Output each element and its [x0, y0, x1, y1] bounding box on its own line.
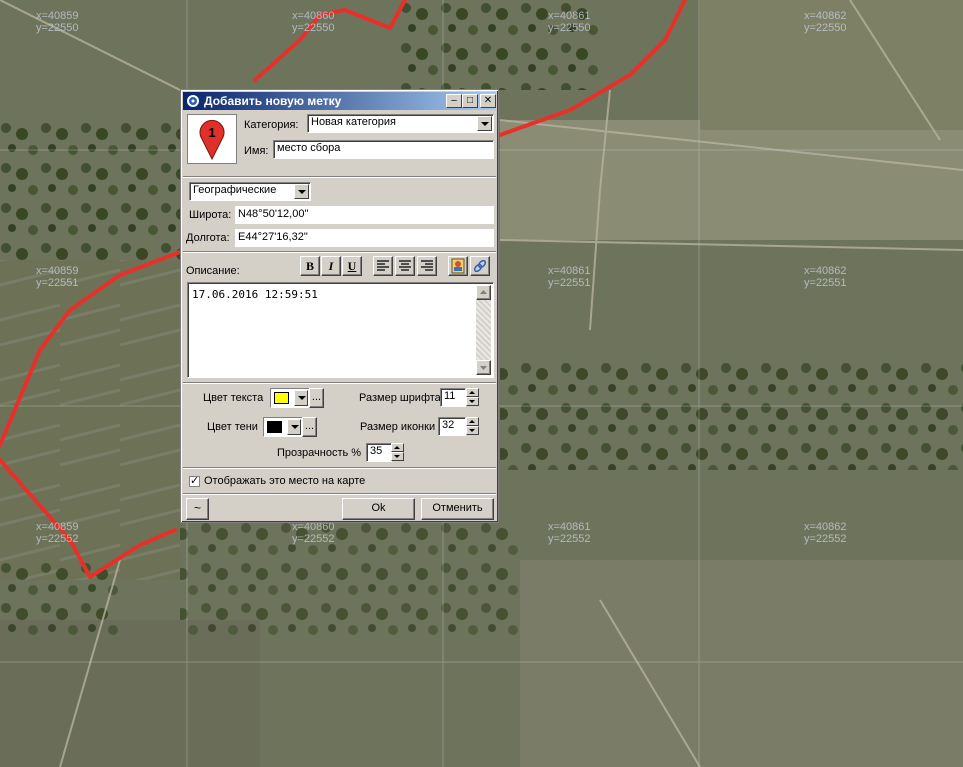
align-center-button[interactable]: [395, 256, 415, 276]
chevron-down-icon[interactable]: [294, 390, 308, 406]
shadow-color-picker[interactable]: [263, 417, 303, 437]
name-value: место сбора: [277, 142, 341, 154]
font-size-spinner[interactable]: [466, 388, 479, 407]
ok-button[interactable]: Ok: [342, 498, 415, 520]
bold-button[interactable]: B: [300, 256, 320, 276]
scroll-up-button[interactable]: [476, 285, 491, 300]
scroll-down-button[interactable]: [476, 360, 491, 375]
transparency-label: Прозрачность %: [277, 447, 362, 459]
longitude-value: E44°27'16,32": [238, 231, 308, 243]
maximize-button[interactable]: □: [462, 94, 478, 108]
add-placemark-dialog: Добавить новую метку – □ ✕ 1 Категория: …: [180, 89, 499, 523]
insert-link-button[interactable]: [470, 256, 490, 276]
spin-down-icon[interactable]: [391, 452, 404, 461]
image-icon: [451, 258, 465, 274]
link-icon: [473, 259, 487, 273]
dialog-title: Добавить новую метку: [204, 94, 342, 108]
icon-size-input[interactable]: 32: [438, 417, 466, 436]
category-combo[interactable]: Новая категория: [307, 114, 494, 133]
icon-size-value: 32: [442, 419, 455, 431]
align-right-icon: [421, 260, 433, 271]
italic-button[interactable]: I: [321, 256, 341, 276]
icon-size-label: Размер иконки: [360, 421, 436, 433]
align-center-icon: [399, 260, 411, 271]
minimize-button[interactable]: –: [446, 94, 462, 108]
cancel-button[interactable]: Отменить: [421, 498, 494, 520]
icon-size-spinner[interactable]: [466, 417, 479, 436]
text-color-more-button[interactable]: ...: [309, 388, 324, 408]
marker-icon-box[interactable]: 1: [187, 114, 237, 164]
transparency-input[interactable]: 35: [366, 443, 392, 462]
text-color-swatch: [274, 392, 289, 404]
description-textarea[interactable]: 17.06.2016 12:59:51: [187, 282, 494, 378]
font-size-input[interactable]: 11: [440, 388, 466, 407]
scroll-up-icon: [480, 290, 487, 294]
map-pin-icon: 1: [199, 119, 225, 161]
separator: [183, 251, 496, 253]
latitude-input[interactable]: N48°50'12,00": [235, 206, 494, 224]
description-label: Описание:: [186, 265, 240, 277]
tilde-button[interactable]: ~: [186, 498, 209, 520]
name-label: Имя:: [244, 145, 269, 157]
longitude-input[interactable]: E44°27'16,32": [235, 229, 494, 247]
category-value: Новая категория: [311, 116, 396, 128]
font-size-value: 11: [444, 390, 456, 402]
text-color-label: Цвет текста: [203, 392, 264, 404]
chevron-down-icon[interactable]: [287, 419, 301, 435]
align-left-icon: [377, 260, 389, 271]
align-right-button[interactable]: [417, 256, 437, 276]
shadow-color-label: Цвет тени: [207, 421, 258, 433]
category-label: Категория:: [244, 119, 299, 131]
scroll-down-icon: [480, 366, 487, 370]
chevron-down-icon[interactable]: [294, 184, 309, 199]
spin-up-icon[interactable]: [466, 388, 479, 397]
description-text: 17.06.2016 12:59:51: [192, 288, 318, 301]
title-bar[interactable]: Добавить новую метку – □ ✕: [183, 92, 496, 110]
spin-up-icon[interactable]: [466, 417, 479, 426]
close-button[interactable]: ✕: [480, 94, 496, 108]
spin-up-icon[interactable]: [391, 443, 404, 452]
shadow-color-more-button[interactable]: ...: [302, 417, 317, 437]
separator: [183, 382, 496, 384]
show-on-map-checkbox[interactable]: [189, 474, 200, 487]
show-on-map-label[interactable]: Отображать это место на карте: [204, 475, 365, 488]
shadow-color-swatch: [267, 421, 282, 433]
marker-number: 1: [208, 125, 215, 140]
separator: [183, 467, 496, 469]
spin-down-icon[interactable]: [466, 426, 479, 435]
transparency-spinner[interactable]: [391, 443, 404, 462]
chevron-down-icon[interactable]: [477, 116, 492, 131]
align-left-button[interactable]: [373, 256, 393, 276]
spin-down-icon[interactable]: [466, 397, 479, 406]
insert-image-button[interactable]: [448, 256, 468, 276]
app-icon: [187, 95, 199, 107]
transparency-value: 35: [370, 445, 383, 457]
scrollbar[interactable]: [476, 285, 491, 375]
separator: [183, 493, 496, 495]
longitude-label: Долгота:: [186, 232, 230, 244]
coord-system-value: Географические: [193, 184, 277, 196]
latitude-value: N48°50'12,00": [238, 208, 309, 220]
coord-system-combo[interactable]: Географические: [189, 182, 311, 201]
latitude-label: Широта:: [189, 209, 232, 221]
underline-button[interactable]: U: [342, 256, 362, 276]
font-size-label: Размер шрифта: [359, 392, 441, 404]
text-color-picker[interactable]: [270, 388, 310, 408]
name-input[interactable]: место сбора: [273, 140, 494, 159]
separator: [183, 176, 496, 178]
